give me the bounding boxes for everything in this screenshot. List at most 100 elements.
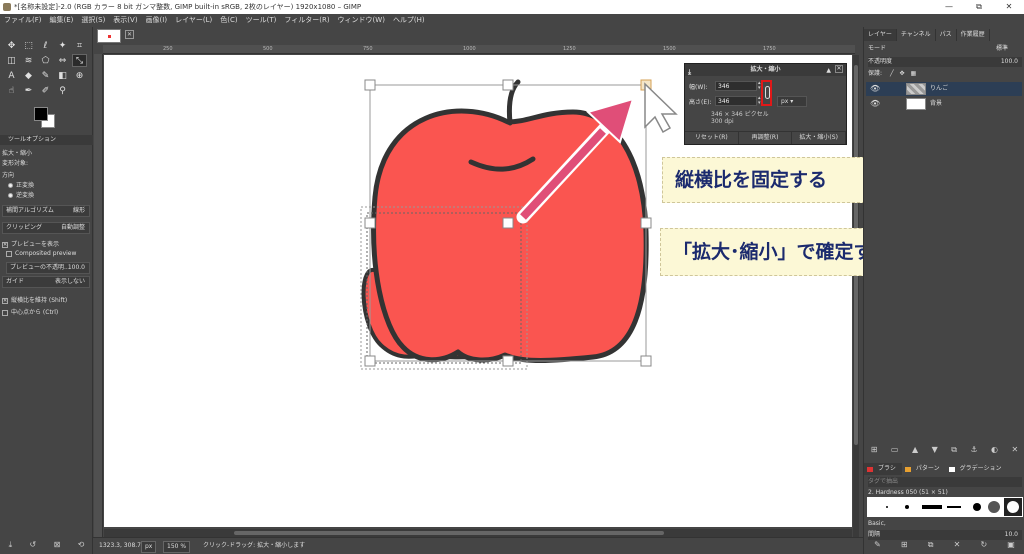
brush-tag-filter[interactable]: タグで抽出 bbox=[868, 477, 1022, 487]
delete-layer-icon[interactable]: ✕ bbox=[1011, 445, 1018, 455]
zoom-select[interactable]: 150 % bbox=[163, 541, 191, 553]
tab-channels[interactable]: チャンネル bbox=[897, 29, 936, 41]
tab-gradients[interactable]: グラデーション bbox=[946, 463, 1008, 475]
duplicate-layer-icon[interactable]: ⧉ bbox=[951, 445, 957, 455]
scale-confirm-button[interactable]: 拡大・縮小(S) bbox=[792, 132, 847, 144]
vertical-scrollbar[interactable] bbox=[853, 55, 859, 541]
chain-link-highlight[interactable] bbox=[761, 80, 772, 106]
pin-icon[interactable]: ⤓ bbox=[688, 66, 691, 78]
color-picker-icon[interactable]: ✐ bbox=[38, 84, 53, 97]
flip-icon[interactable]: ⇔ bbox=[55, 54, 70, 67]
direction-normal-radio[interactable]: 正変換 bbox=[8, 180, 34, 189]
path-tool-icon[interactable]: ✒ bbox=[21, 84, 36, 97]
maximize-button[interactable]: ⧉ bbox=[964, 0, 994, 14]
menu-filters[interactable]: フィルター(R) bbox=[284, 14, 329, 27]
fuzzy-select-icon[interactable]: ✦ bbox=[55, 39, 70, 52]
reset-button[interactable]: リセット(R) bbox=[685, 132, 739, 144]
tab-patterns[interactable]: パターン bbox=[902, 463, 946, 475]
menu-select[interactable]: 選択(S) bbox=[81, 14, 105, 27]
move-tool-icon[interactable]: ✥ bbox=[4, 39, 19, 52]
show-preview-checkbox[interactable]: ✕ プレビューを表示 bbox=[2, 239, 59, 248]
lock-position-icon[interactable]: ✥ bbox=[900, 70, 905, 77]
color-swatches[interactable] bbox=[34, 107, 58, 129]
preview-opacity-slider[interactable]: プレビューの不透明... 100.0 bbox=[6, 262, 90, 274]
unit-dropdown[interactable]: px ▾ bbox=[777, 96, 807, 107]
eye-icon[interactable]: 👁 bbox=[870, 97, 880, 111]
lock-pixels-icon[interactable]: ╱ bbox=[890, 70, 894, 77]
close-button[interactable]: ✕ bbox=[994, 0, 1024, 14]
save-preset-icon[interactable]: ⤓ bbox=[9, 540, 13, 550]
horizontal-scroll-thumb[interactable] bbox=[234, 531, 664, 535]
tab-layers[interactable]: レイヤー bbox=[864, 29, 897, 41]
minimize-button[interactable]: — bbox=[934, 0, 964, 14]
edit-brush-icon[interactable]: ✎ bbox=[874, 540, 881, 550]
rect-select-icon[interactable]: ⬚ bbox=[21, 39, 36, 52]
duplicate-brush-icon[interactable]: ⧉ bbox=[928, 540, 934, 550]
new-layer-icon[interactable]: ⊞ bbox=[871, 445, 878, 455]
menu-tools[interactable]: ツール(T) bbox=[246, 14, 277, 27]
readjust-button[interactable]: 再調整(R) bbox=[739, 132, 793, 144]
keep-aspect-checkbox[interactable]: ✕ 縦横比を維持 (Shift) bbox=[2, 295, 67, 304]
scale-tool-icon[interactable]: ⤡ bbox=[72, 54, 87, 67]
foreground-color[interactable] bbox=[34, 107, 48, 121]
eye-icon[interactable]: 👁 bbox=[870, 82, 880, 96]
paintbrush-icon[interactable]: ✎ bbox=[38, 69, 53, 82]
bucket-fill-icon[interactable]: ◆ bbox=[21, 69, 36, 82]
width-input[interactable]: 346 bbox=[715, 81, 757, 91]
from-center-checkbox[interactable]: 中心点から (Ctrl) bbox=[2, 307, 58, 316]
tool-options-tab[interactable]: ツールオプション bbox=[0, 135, 93, 145]
composited-preview-checkbox[interactable]: Composited preview bbox=[6, 250, 76, 257]
text-tool-icon[interactable]: A bbox=[4, 69, 19, 82]
menu-view[interactable]: 表示(V) bbox=[113, 14, 137, 27]
layer-row[interactable]: 👁 背景 bbox=[866, 97, 1022, 111]
tab-history[interactable]: 作業履歴 bbox=[957, 29, 990, 41]
lock-alpha-icon[interactable]: ▦ bbox=[910, 70, 916, 77]
zoom-tool-icon[interactable]: ⚲ bbox=[55, 84, 70, 97]
delete-brush-icon[interactable]: ✕ bbox=[954, 540, 961, 550]
delete-preset-icon[interactable]: ⊠ bbox=[54, 540, 61, 550]
brush-grid[interactable] bbox=[867, 497, 1023, 517]
crop-icon[interactable]: ⌗ bbox=[72, 39, 87, 52]
clipping-select[interactable]: クリッピング 自動調整 bbox=[2, 222, 90, 234]
tab-paths[interactable]: パス bbox=[936, 29, 957, 41]
menu-colors[interactable]: 色(C) bbox=[220, 14, 237, 27]
reset-icon[interactable]: ⟲ bbox=[78, 540, 85, 550]
interpolation-select[interactable]: 補間アルゴリズム 線形 bbox=[2, 205, 90, 217]
layer-row[interactable]: 👁 りんご bbox=[866, 82, 1022, 96]
menu-edit[interactable]: 編集(E) bbox=[50, 14, 74, 27]
unified-transform-icon[interactable]: ◫ bbox=[4, 54, 19, 67]
anchor-layer-icon[interactable]: ⚓ bbox=[970, 445, 977, 455]
collapse-icon[interactable]: ▲ bbox=[826, 65, 831, 77]
refresh-brushes-icon[interactable]: ↻ bbox=[980, 540, 987, 550]
menu-windows[interactable]: ウィンドウ(W) bbox=[338, 14, 385, 27]
open-as-image-icon[interactable]: ▣ bbox=[1007, 540, 1015, 550]
chain-link-icon[interactable] bbox=[765, 86, 770, 99]
lower-layer-icon[interactable]: ▼ bbox=[932, 445, 938, 455]
mode-row[interactable]: モード 標準 bbox=[868, 44, 1022, 54]
new-brush-icon[interactable]: ⊞ bbox=[901, 540, 908, 550]
menu-help[interactable]: ヘルプ(H) bbox=[393, 14, 425, 27]
spacing-slider[interactable]: 間隔 10.0 bbox=[868, 530, 1022, 540]
menu-image[interactable]: 画像(I) bbox=[146, 14, 168, 27]
eraser-icon[interactable]: ◧ bbox=[55, 69, 70, 82]
opacity-slider[interactable]: 不透明度 100.0 bbox=[868, 57, 1022, 67]
menu-file[interactable]: ファイル(F) bbox=[4, 14, 42, 27]
raise-layer-icon[interactable]: ▲ bbox=[912, 445, 918, 455]
smudge-icon[interactable]: ☝ bbox=[4, 84, 19, 97]
cage-icon[interactable]: ⬠ bbox=[38, 54, 53, 67]
mode-value[interactable]: 標準 bbox=[996, 44, 1008, 54]
clone-icon[interactable]: ⊕ bbox=[72, 69, 87, 82]
lasso-icon[interactable]: ℓ bbox=[38, 39, 53, 52]
tab-brushes[interactable]: ブラシ bbox=[864, 463, 902, 475]
dialog-close-icon[interactable]: ✕ bbox=[835, 65, 843, 73]
unit-select[interactable]: px bbox=[141, 541, 157, 553]
horizontal-scrollbar[interactable] bbox=[104, 529, 852, 537]
height-input[interactable]: 346 bbox=[715, 96, 757, 106]
restore-preset-icon[interactable]: ↺ bbox=[30, 540, 37, 550]
menu-layer[interactable]: レイヤー(L) bbox=[175, 14, 212, 27]
mask-icon[interactable]: ◐ bbox=[991, 445, 998, 455]
new-group-icon[interactable]: ▭ bbox=[891, 445, 899, 455]
warp-icon[interactable]: ≋ bbox=[21, 54, 36, 67]
guide-select[interactable]: ガイド 表示しない bbox=[2, 276, 90, 288]
direction-reverse-radio[interactable]: 逆変換 bbox=[8, 190, 34, 199]
